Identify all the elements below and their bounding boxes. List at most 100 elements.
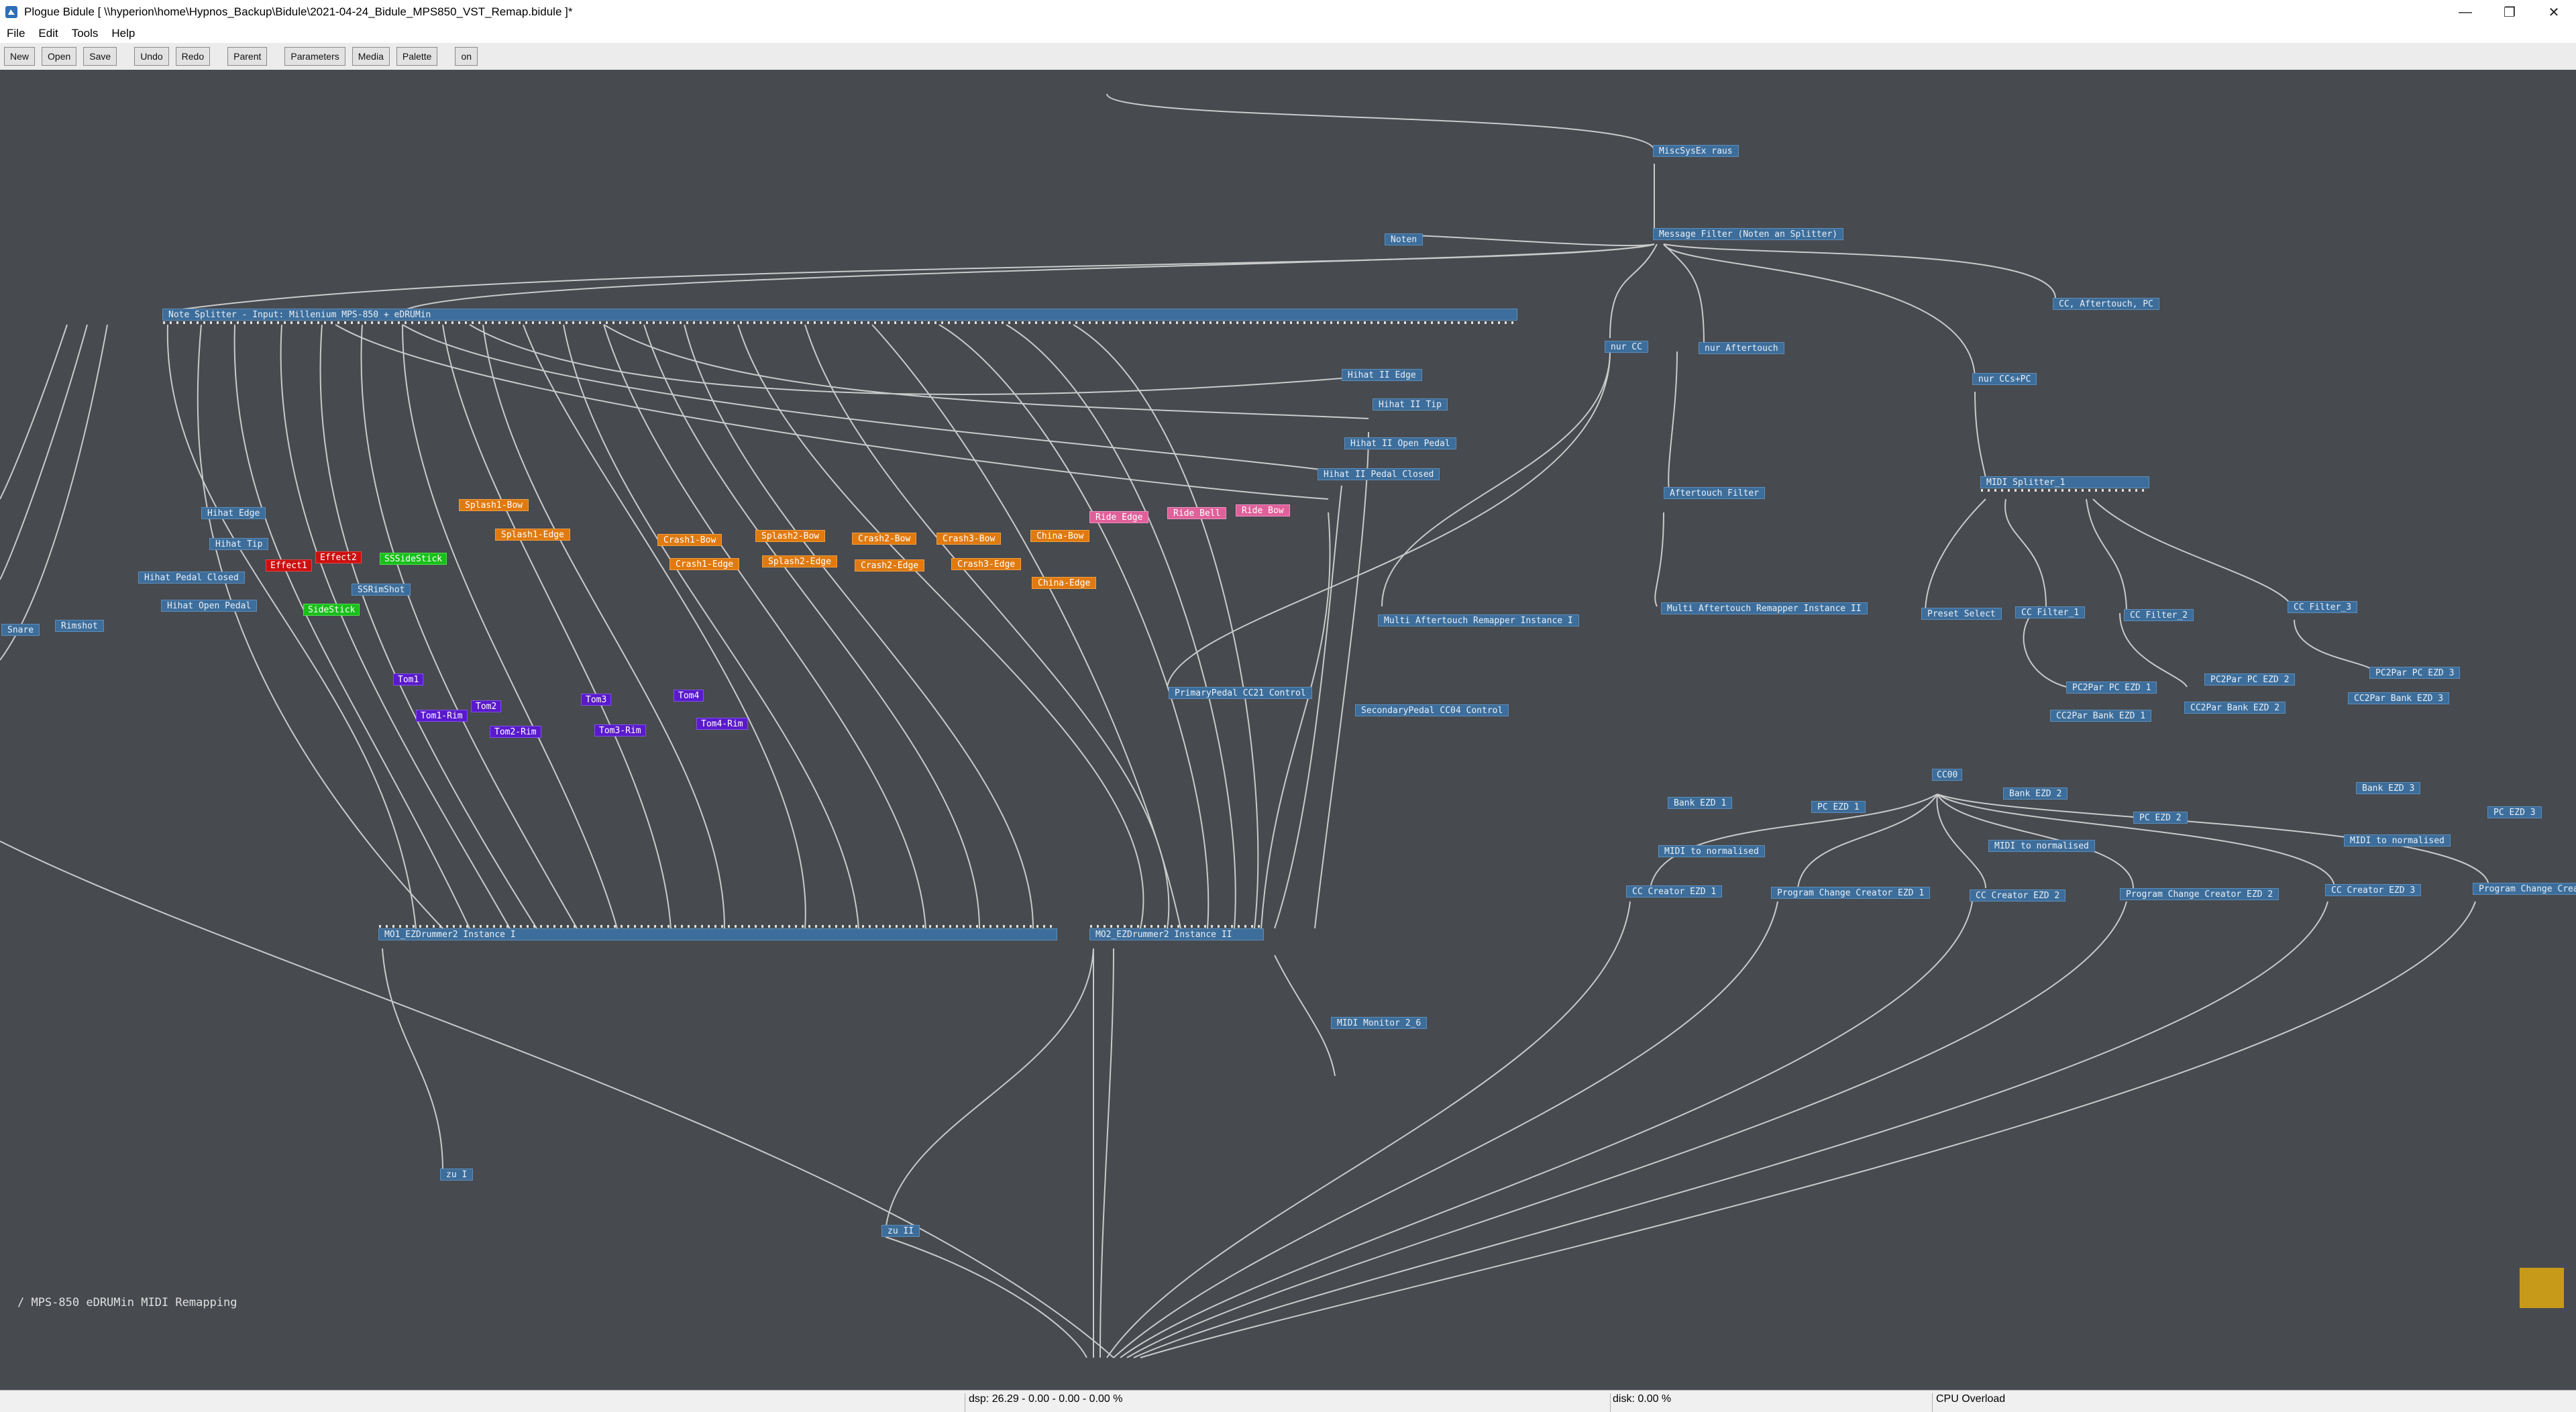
node-nur-cc-pc[interactable]: nur CCs+PC: [1972, 373, 2037, 385]
node-pc2par-pc-ezd1[interactable]: PC2Par PC EZD 1: [2066, 682, 2157, 694]
node-noten[interactable]: Noten: [1385, 233, 1424, 246]
node-ezd2[interactable]: MO2_EZDrummer2 Instance II: [1089, 925, 1264, 940]
node-hihat-open-pedal[interactable]: Hihat Open Pedal: [161, 600, 258, 612]
node-cc2par-bank-ezd1[interactable]: CC2Par Bank EZD 1: [2050, 710, 2152, 722]
node-hihat2-tip[interactable]: Hihat II Tip: [1373, 398, 1448, 411]
node-pc2par-pc-ezd3[interactable]: PC2Par PC EZD 3: [2369, 667, 2461, 679]
node-midi-norm-2[interactable]: MIDI to normalised: [1988, 840, 2095, 852]
node-splash1-bow[interactable]: Splash1-Bow: [459, 499, 529, 511]
node-crash3-edge[interactable]: Crash3-Edge: [951, 558, 1022, 570]
note-splitter-outputs[interactable]: [163, 321, 1517, 324]
patch-canvas[interactable]: MiscSysEx raus Message Filter (Noten an …: [0, 70, 2576, 1390]
open-button[interactable]: Open: [42, 47, 77, 66]
node-pcc-1[interactable]: Program Change Creator EZD 1: [1771, 887, 1931, 899]
node-cc-filter-1[interactable]: CC Filter_1: [2015, 606, 2086, 618]
node-zu-1[interactable]: zu I: [440, 1169, 474, 1181]
menu-edit[interactable]: Edit: [32, 27, 64, 40]
node-tom4-rim[interactable]: Tom4-Rim: [696, 718, 748, 730]
node-cc-aftertouch-pc[interactable]: CC, Aftertouch, PC: [2053, 298, 2159, 310]
node-tom2-rim[interactable]: Tom2-Rim: [490, 726, 541, 738]
node-bank-ezd3[interactable]: Bank EZD 3: [2356, 782, 2421, 794]
node-china-edge[interactable]: China-Edge: [1032, 577, 1097, 589]
node-tom4[interactable]: Tom4: [674, 690, 704, 702]
node-ride-bow[interactable]: Ride Bow: [1236, 504, 1290, 517]
node-bank-ezd1[interactable]: Bank EZD 1: [1668, 797, 1733, 809]
close-button[interactable]: ✕: [2532, 0, 2576, 24]
midi-splitter-1-outputs[interactable]: [1981, 489, 2149, 492]
node-pc-ezd1[interactable]: PC EZD 1: [1811, 801, 1866, 813]
new-button[interactable]: New: [4, 47, 36, 66]
node-midi-norm-3[interactable]: MIDI to normalised: [2344, 834, 2451, 847]
node-note-splitter[interactable]: Note Splitter - Input: Millenium MPS-850…: [162, 309, 1517, 324]
node-multi-at-1[interactable]: Multi Aftertouch Remapper Instance I: [1378, 614, 1579, 627]
node-preset-select[interactable]: Preset Select: [1921, 608, 2002, 620]
ezd2-inputs[interactable]: [1090, 925, 1263, 928]
node-hihat-tip[interactable]: Hihat Tip: [209, 538, 269, 550]
node-aftertouch-filter[interactable]: Aftertouch Filter: [1664, 487, 1766, 499]
node-ezd1[interactable]: MO1_EZDrummer2 Instance I: [378, 925, 1057, 940]
node-primary-pedal[interactable]: PrimaryPedal CC21 Control: [1169, 687, 1312, 699]
node-multi-at-2[interactable]: Multi Aftertouch Remapper Instance II: [1661, 602, 1868, 614]
node-sidestick[interactable]: SideStick: [303, 604, 360, 616]
node-splash2-edge[interactable]: Splash2-Edge: [762, 555, 837, 567]
undo-button[interactable]: Undo: [134, 47, 169, 66]
node-crash2-bow[interactable]: Crash2-Bow: [852, 533, 917, 545]
node-bank-ezd2[interactable]: Bank EZD 2: [2003, 788, 2068, 800]
node-pcc-3[interactable]: Program Change Creat: [2473, 883, 2576, 895]
node-hihat-pedal-closed[interactable]: Hihat Pedal Closed: [138, 572, 245, 584]
node-splash1-edge[interactable]: Splash1-Edge: [495, 529, 570, 541]
node-cc-creator-3[interactable]: CC Creator EZD 3: [2325, 884, 2422, 896]
node-hihat-edge[interactable]: Hihat Edge: [201, 507, 266, 519]
node-hihat2-edge[interactable]: Hihat II Edge: [1342, 369, 1422, 381]
node-cc2par-bank-ezd2[interactable]: CC2Par Bank EZD 2: [2184, 702, 2286, 714]
redo-button[interactable]: Redo: [175, 47, 211, 66]
node-cc-filter-2[interactable]: CC Filter_2: [2124, 609, 2194, 621]
menu-help[interactable]: Help: [105, 27, 142, 40]
menu-tools[interactable]: Tools: [65, 27, 105, 40]
node-tom3[interactable]: Tom3: [581, 694, 612, 706]
node-pc2par-pc-ezd2[interactable]: PC2Par PC EZD 2: [2204, 673, 2296, 686]
node-cc-filter-3[interactable]: CC Filter_3: [2288, 601, 2358, 613]
maximize-button[interactable]: ❐: [2487, 0, 2532, 24]
ezd1-inputs[interactable]: [379, 925, 1057, 928]
parameters-button[interactable]: Parameters: [284, 47, 345, 66]
node-crash1-bow[interactable]: Crash1-Bow: [657, 534, 722, 546]
node-ss-sidestick[interactable]: SSSideStick: [380, 553, 447, 565]
node-midi-monitor[interactable]: MIDI Monitor 2_6: [1331, 1017, 1428, 1029]
node-nur-cc[interactable]: nur CC: [1605, 341, 1648, 353]
node-snare[interactable]: Snare: [1, 624, 40, 636]
node-china-bow[interactable]: China-Bow: [1030, 530, 1090, 542]
save-button[interactable]: Save: [83, 47, 117, 66]
node-nur-aftertouch[interactable]: nur Aftertouch: [1699, 342, 1784, 354]
node-effect1[interactable]: Effect1: [266, 559, 312, 572]
navigator-box[interactable]: [2520, 1268, 2564, 1308]
node-midi-norm-1[interactable]: MIDI to normalised: [1658, 845, 1765, 857]
node-ride-bell[interactable]: Ride Bell: [1167, 507, 1227, 519]
menu-file[interactable]: File: [0, 27, 32, 40]
node-crash1-edge[interactable]: Crash1-Edge: [669, 558, 740, 570]
on-toggle[interactable]: on: [455, 47, 478, 66]
node-crash3-bow[interactable]: Crash3-Bow: [936, 533, 1002, 545]
palette-button[interactable]: Palette: [396, 47, 438, 66]
node-midi-splitter-1[interactable]: MIDI Splitter_1: [1980, 476, 2149, 492]
node-message-filter[interactable]: Message Filter (Noten an Splitter): [1653, 228, 1844, 240]
node-crash2-edge[interactable]: Crash2-Edge: [855, 559, 925, 572]
node-cc00[interactable]: CC00: [1932, 769, 1963, 781]
node-tom2[interactable]: Tom2: [471, 700, 502, 712]
node-ss-rimshot[interactable]: SSRimShot: [352, 584, 411, 596]
node-tom3-rim[interactable]: Tom3-Rim: [594, 724, 646, 737]
node-cc-creator-1[interactable]: CC Creator EZD 1: [1626, 885, 1723, 898]
node-cc2par-bank-ezd3[interactable]: CC2Par Bank EZD 3: [2348, 692, 2450, 704]
node-misc-sysex[interactable]: MiscSysEx raus: [1653, 145, 1739, 157]
node-pc-ezd3[interactable]: PC EZD 3: [2487, 806, 2542, 818]
node-hihat2-open[interactable]: Hihat II Open Pedal: [1344, 437, 1456, 449]
node-pc-ezd2[interactable]: PC EZD 2: [2133, 812, 2188, 824]
node-splash2-bow[interactable]: Splash2-Bow: [755, 530, 826, 542]
node-pcc-2[interactable]: Program Change Creator EZD 2: [2120, 888, 2279, 900]
media-button[interactable]: Media: [352, 47, 390, 66]
node-rimshot[interactable]: Rimshot: [55, 620, 104, 632]
parent-button[interactable]: Parent: [227, 47, 268, 66]
minimize-button[interactable]: —: [2443, 0, 2487, 24]
node-hihat2-closed[interactable]: Hihat II Pedal Closed: [1318, 468, 1440, 480]
node-ride-edge[interactable]: Ride Edge: [1089, 511, 1149, 523]
